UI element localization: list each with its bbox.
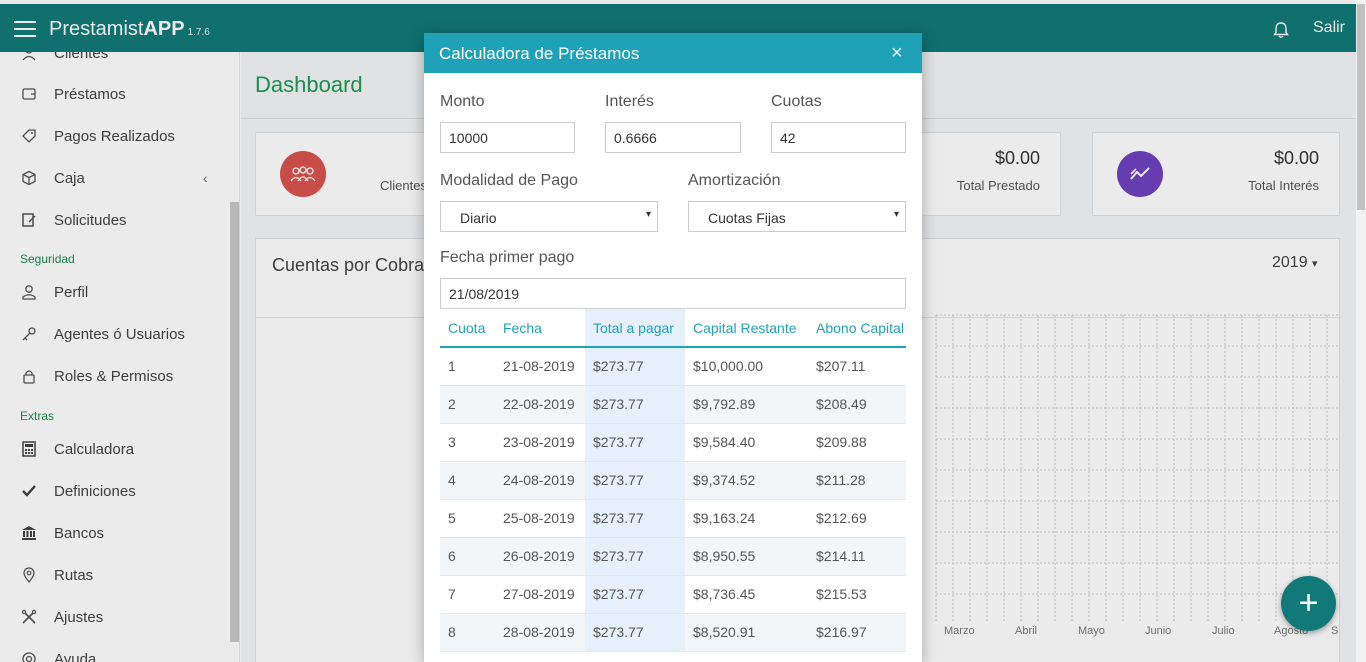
cell-capital-restante: $9,163.24 bbox=[685, 499, 808, 538]
cell-abono-capital: $207.11 bbox=[808, 347, 906, 386]
interes-label: Interés bbox=[605, 93, 654, 110]
cell-total: $273.77 bbox=[585, 461, 685, 500]
cell-cuota: 7 bbox=[440, 575, 495, 614]
cell-cuota: 1 bbox=[440, 347, 495, 386]
table-header-row: Cuota Fecha Total a pagar Capital Restan… bbox=[440, 309, 906, 348]
cell-abono-capital: $209.88 bbox=[808, 423, 906, 462]
cell-capital-restante: $8,736.45 bbox=[685, 575, 808, 614]
cell-fecha: 25-08-2019 bbox=[495, 499, 585, 538]
fecha-primer-pago-input[interactable] bbox=[440, 278, 906, 309]
table-row: 2 22-08-2019 $273.77 $9,792.89 $208.49 bbox=[440, 385, 906, 424]
plus-icon: + bbox=[1298, 584, 1319, 622]
table-row: 1 21-08-2019 $273.77 $10,000.00 $207.11 bbox=[440, 347, 906, 386]
cell-abono-capital: $208.49 bbox=[808, 385, 906, 424]
chevron-down-icon: ▾ bbox=[645, 209, 651, 220]
cell-cuota: 2 bbox=[440, 385, 495, 424]
cell-fecha: 28-08-2019 bbox=[495, 613, 585, 652]
col-header-total[interactable]: Total a pagar bbox=[585, 309, 685, 348]
cell-capital-restante: $9,584.40 bbox=[685, 423, 808, 462]
cell-abono-capital: $215.53 bbox=[808, 575, 906, 614]
modalidad-select[interactable]: Diario ▾ bbox=[440, 201, 658, 232]
cell-capital-restante: $9,792.89 bbox=[685, 385, 808, 424]
modal-header: Calculadora de Préstamos × bbox=[424, 33, 922, 73]
chevron-down-icon: ▾ bbox=[893, 209, 899, 220]
cell-abono-capital: $214.11 bbox=[808, 537, 906, 576]
loan-calculator-modal: Calculadora de Préstamos × Monto Interés… bbox=[424, 33, 922, 662]
page-scrollbar-thumb[interactable] bbox=[1357, 4, 1365, 210]
col-header-cuota[interactable]: Cuota bbox=[440, 309, 495, 348]
cell-cuota: 5 bbox=[440, 499, 495, 538]
cell-total: $273.77 bbox=[585, 385, 685, 424]
table-row: 3 23-08-2019 $273.77 $9,584.40 $209.88 bbox=[440, 423, 906, 462]
cell-capital-restante: $8,950.55 bbox=[685, 537, 808, 576]
cell-fecha: 21-08-2019 bbox=[495, 347, 585, 386]
table-row: 8 28-08-2019 $273.77 $8,520.91 $216.97 bbox=[440, 613, 906, 652]
cell-total: $273.77 bbox=[585, 347, 685, 386]
cell-cuota: 4 bbox=[440, 461, 495, 500]
interes-input[interactable] bbox=[605, 122, 741, 153]
cell-total: $273.77 bbox=[585, 423, 685, 462]
cuotas-input[interactable] bbox=[771, 122, 906, 153]
cuotas-label: Cuotas bbox=[771, 93, 822, 110]
amortizacion-select[interactable]: Cuotas Fijas ▾ bbox=[688, 201, 906, 232]
monto-input[interactable] bbox=[440, 122, 575, 153]
table-body: 1 21-08-2019 $273.77 $10,000.00 $207.11 2 22-0… bbox=[440, 347, 906, 652]
cell-capital-restante: $8,520.91 bbox=[685, 613, 808, 652]
cell-abono-capital: $211.28 bbox=[808, 461, 906, 500]
cell-fecha: 23-08-2019 bbox=[495, 423, 585, 462]
amortizacion-label: Amortización bbox=[688, 172, 781, 189]
monto-label: Monto bbox=[440, 93, 485, 110]
col-header-fecha[interactable]: Fecha bbox=[495, 309, 585, 348]
table-row: 5 25-08-2019 $273.77 $9,163.24 $212.69 bbox=[440, 499, 906, 538]
cell-capital-restante: $9,374.52 bbox=[685, 461, 808, 500]
cell-total: $273.77 bbox=[585, 537, 685, 576]
cell-fecha: 26-08-2019 bbox=[495, 537, 585, 576]
col-header-capital-restante[interactable]: Capital Restante bbox=[685, 309, 808, 348]
page-scrollbar[interactable] bbox=[1356, 0, 1366, 662]
cell-abono-capital: $212.69 bbox=[808, 499, 906, 538]
modalidad-label: Modalidad de Pago bbox=[440, 172, 578, 189]
table-row: 4 24-08-2019 $273.77 $9,374.52 $211.28 bbox=[440, 461, 906, 500]
table-row: 7 27-08-2019 $273.77 $8,736.45 $215.53 bbox=[440, 575, 906, 614]
cell-capital-restante: $10,000.00 bbox=[685, 347, 808, 386]
fecha-label: Fecha primer pago bbox=[440, 249, 575, 266]
amortizacion-value: Cuotas Fijas bbox=[708, 210, 786, 226]
table-row: 6 26-08-2019 $273.77 $8,950.55 $214.11 bbox=[440, 537, 906, 576]
cell-abono-capital: $216.97 bbox=[808, 613, 906, 652]
cell-fecha: 22-08-2019 bbox=[495, 385, 585, 424]
amortization-table: Cuota Fecha Total a pagar Capital Restan… bbox=[440, 309, 906, 652]
cell-total: $273.77 bbox=[585, 575, 685, 614]
close-icon[interactable]: × bbox=[891, 42, 903, 65]
cell-fecha: 24-08-2019 bbox=[495, 461, 585, 500]
cell-cuota: 6 bbox=[440, 537, 495, 576]
cell-cuota: 3 bbox=[440, 423, 495, 462]
modalidad-value: Diario bbox=[460, 210, 497, 226]
cell-total: $273.77 bbox=[585, 613, 685, 652]
cell-fecha: 27-08-2019 bbox=[495, 575, 585, 614]
cell-cuota: 8 bbox=[440, 613, 495, 652]
add-fab-button[interactable]: + bbox=[1281, 576, 1336, 631]
col-header-abono-capital[interactable]: Abono Capital bbox=[808, 309, 906, 348]
modal-title: Calculadora de Préstamos bbox=[439, 44, 640, 63]
cell-total: $273.77 bbox=[585, 499, 685, 538]
